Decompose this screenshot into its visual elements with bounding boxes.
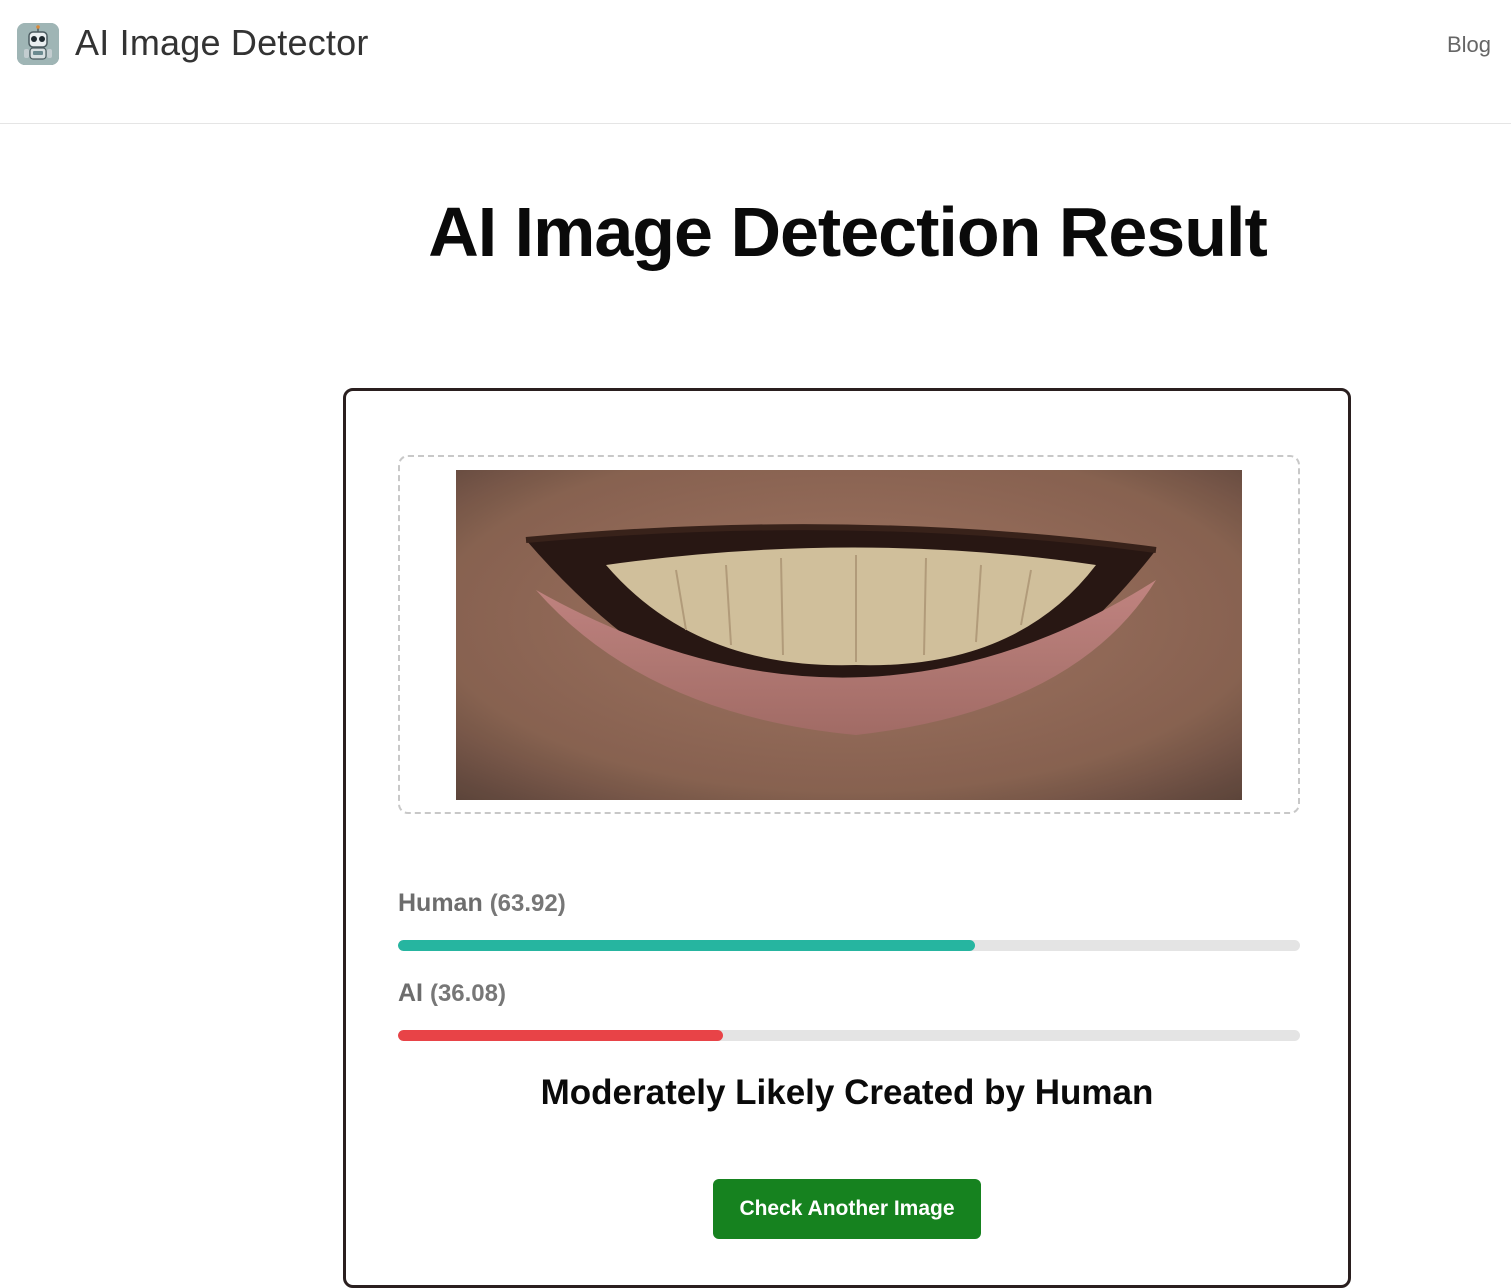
human-score-bar [398,940,1300,951]
result-card: Human (63.92) AI (36.08) Moderately Like… [343,388,1351,1288]
human-score-value: (63.92) [489,890,566,917]
ai-score-bar [398,1030,1300,1041]
ai-label-text: AI [398,979,423,1007]
nav-blog-link[interactable]: Blog [1447,32,1491,58]
page-title: AI Image Detection Result [428,193,1268,271]
ai-score-label: AI (36.08) [398,979,506,1008]
top-header: AI Image Detector Blog [0,0,1511,124]
robot-icon[interactable] [17,23,59,65]
verdict-text: Moderately Likely Created by Human [540,1073,1154,1112]
check-another-image-button[interactable]: Check Another Image [713,1179,981,1239]
human-score-fill [398,940,975,951]
ai-score-value: (36.08) [429,980,506,1007]
uploaded-image [456,470,1242,800]
image-dropzone[interactable] [398,455,1300,814]
ai-score-fill [398,1030,724,1041]
brand-name[interactable]: AI Image Detector [75,22,369,64]
human-label-text: Human [398,889,483,917]
human-score-label: Human (63.92) [398,889,566,918]
